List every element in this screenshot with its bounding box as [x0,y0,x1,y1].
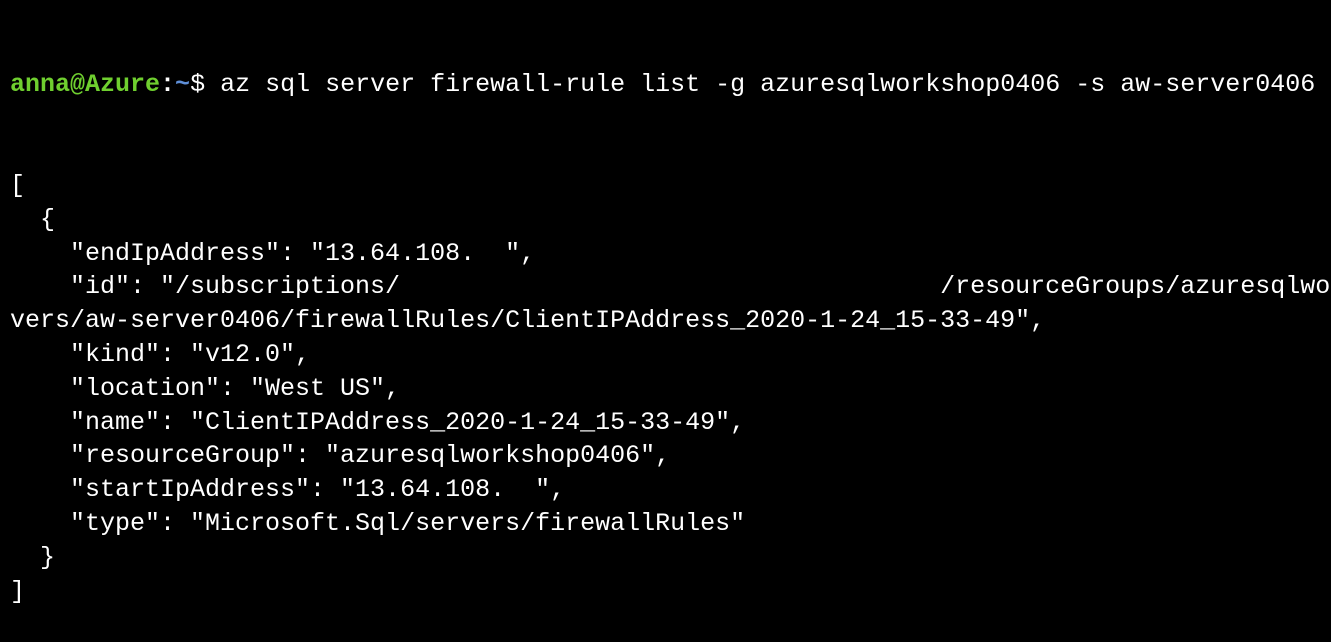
output-line: "startIpAddress": "13.64.108. ", [10,475,566,505]
command-output: [ { "endIpAddress": "13.64.108. ", "id":… [10,169,1331,608]
output-line: } [10,542,56,572]
output-line: "id": "/subscriptions/ /resourceGroups/a… [10,272,1331,302]
output-line: "kind": "v12.0", [10,339,311,369]
output-line: "name": "ClientIPAddress_2020-1-24_15-33… [10,407,746,437]
command-text: az sql server firewall-rule list -g azur… [220,69,1316,99]
output-line: vers/aw-server0406/firewallRules/ClientI… [10,306,1046,336]
prompt-symbol: $ [190,69,221,99]
output-line: ] [10,576,26,606]
output-line: [ [10,170,26,200]
output-line: { [10,204,56,234]
prompt-user-host: anna@Azure [10,69,161,99]
output-line: "endIpAddress": "13.64.108. ", [10,238,536,268]
terminal[interactable]: anna@Azure:~$ az sql server firewall-rul… [0,0,1331,642]
output-line: "resourceGroup": "azuresqlworkshop0406", [10,441,671,471]
output-line: "location": "West US", [10,373,401,403]
prompt-colon: : [160,69,176,99]
prompt-line: anna@Azure:~$ az sql server firewall-rul… [10,68,1331,102]
output-line: "type": "Microsoft.Sql/servers/firewallR… [10,508,746,538]
prompt-path: ~ [175,69,191,99]
